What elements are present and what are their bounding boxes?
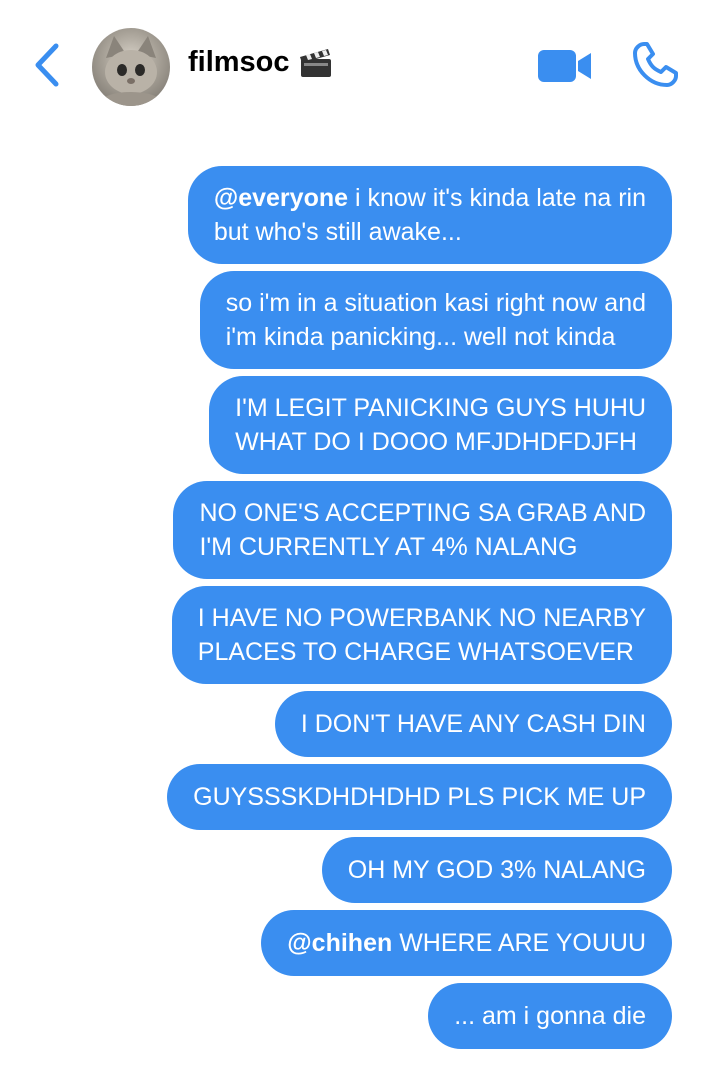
message-text: i'm kinda panicking... well not kinda [225,323,616,351]
avatar[interactable] [92,28,170,106]
message-text: i know it's kinda late na rin [348,184,646,212]
chevron-left-icon[interactable] [30,42,64,88]
message-text: I'M CURRENTLY AT 4% NALANG [199,533,578,561]
message-text: I HAVE NO POWERBANK NO NEARBY [197,604,646,632]
message-text: so i'm in a situation kasi right now and [225,289,646,317]
message-text: PLACES TO CHARGE WHATSOEVER [197,638,634,666]
kitten-avatar-image [101,36,161,106]
message-text: GUYSSSKDHDHDHD PLS PICK ME UP [193,783,646,811]
chat-header: filmsoc [0,0,720,130]
message-text: I'M LEGIT PANICKING GUYS HUHU [235,394,646,422]
phone-icon[interactable] [630,40,680,90]
video-camera-icon[interactable] [537,48,593,84]
chat-title[interactable]: filmsoc [188,46,334,79]
message-bubble[interactable]: I DON'T HAVE ANY CASH DIN [274,691,672,757]
message-list: @everyone i know it's kinda late na rin … [72,166,672,1049]
mention[interactable]: @everyone [214,184,348,212]
message-bubble[interactable]: OH MY GOD 3% NALANG [321,837,672,903]
message-bubble[interactable]: I HAVE NO POWERBANK NO NEARBY PLACES TO … [171,586,672,684]
message-bubble[interactable]: @everyone i know it's kinda late na rin … [187,166,672,264]
message-bubble[interactable]: NO ONE'S ACCEPTING SA GRAB AND I'M CURRE… [173,481,672,579]
message-bubble[interactable]: so i'm in a situation kasi right now and… [199,271,672,369]
message-bubble[interactable]: I'M LEGIT PANICKING GUYS HUHU WHAT DO I … [209,376,672,474]
message-text: but who's still awake... [213,218,462,246]
message-text: ... am i gonna die [454,1002,646,1030]
mention[interactable]: @chihen [287,929,392,957]
chat-name-text: filmsoc [188,46,290,78]
message-bubble[interactable]: ... am i gonna die [428,983,672,1049]
message-text: NO ONE'S ACCEPTING SA GRAB AND [199,499,646,527]
message-text: WHAT DO I DOOO MFJDHDFDJFH [235,428,637,456]
clapperboard-icon [299,48,331,77]
message-text: I DON'T HAVE ANY CASH DIN [300,710,646,738]
message-bubble[interactable]: GUYSSSKDHDHDHD PLS PICK ME UP [167,764,672,830]
message-bubble[interactable]: @chihen WHERE ARE YOUUU [261,910,672,976]
message-text: OH MY GOD 3% NALANG [347,856,646,884]
message-text: WHERE ARE YOUUU [392,929,646,957]
